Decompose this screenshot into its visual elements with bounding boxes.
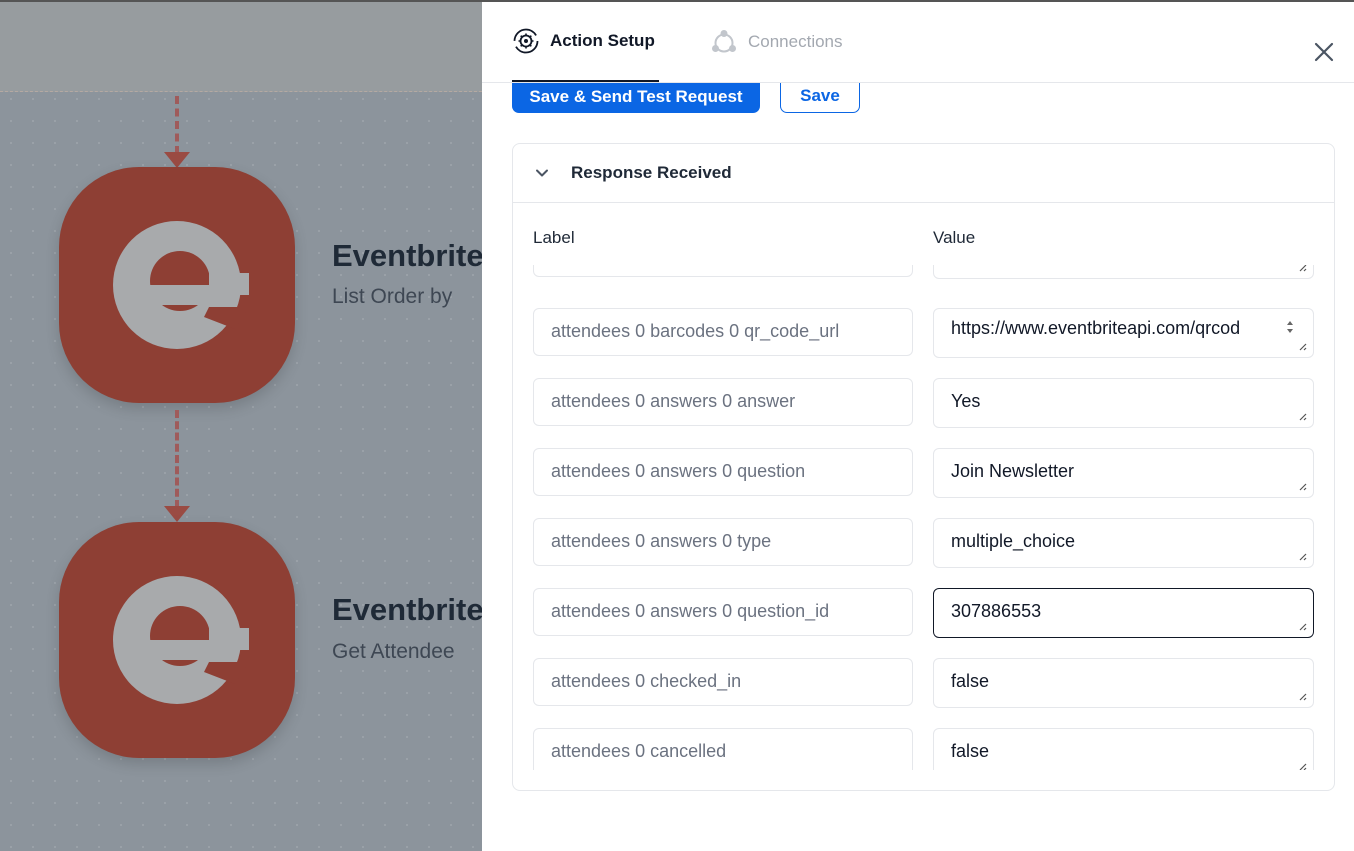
- close-icon[interactable]: [1312, 40, 1336, 64]
- table-row: [513, 265, 1334, 279]
- row-value-text: 307886553: [951, 601, 1042, 621]
- table-row: attendees 0 answers 0 question_id 307886…: [513, 588, 1334, 638]
- row-label-field[interactable]: attendees 0 checked_in: [533, 658, 913, 706]
- canvas-top-area: [0, 0, 482, 92]
- resize-handle-icon[interactable]: [1297, 621, 1307, 631]
- row-label-field[interactable]: attendees 0 answers 0 question_id: [533, 588, 913, 636]
- action-setup-panel: Action Setup Connections Save & Send Tes…: [482, 0, 1354, 851]
- eventbrite-logo-icon: [113, 576, 249, 704]
- row-value-field[interactable]: https://www.eventbriteapi.com/qrcod: [933, 308, 1314, 358]
- row-value-field[interactable]: 307886553: [933, 588, 1314, 638]
- row-label-field[interactable]: attendees 0 cancelled: [533, 728, 913, 770]
- row-value-field[interactable]: multiple_choice: [933, 518, 1314, 568]
- tab-action-setup[interactable]: Action Setup: [512, 2, 659, 82]
- row-value-field[interactable]: Yes: [933, 378, 1314, 428]
- resize-handle-icon[interactable]: [1297, 411, 1307, 421]
- node-2-subtitle: Get Attendee: [332, 640, 455, 663]
- tab-connections[interactable]: Connections: [710, 2, 843, 82]
- window-top-border: [0, 0, 1354, 2]
- resize-handle-icon[interactable]: [1297, 265, 1307, 272]
- tab-action-setup-label: Action Setup: [550, 31, 655, 50]
- row-label-field[interactable]: attendees 0 answers 0 question: [533, 448, 913, 496]
- eventbrite-logo-icon: [113, 221, 249, 349]
- panel-header: Action Setup Connections: [482, 2, 1354, 83]
- chevron-down-icon[interactable]: [533, 164, 551, 182]
- response-received-header[interactable]: Response Received: [513, 144, 1334, 203]
- value-column-header: Value: [933, 228, 976, 247]
- spinner-arrows-icon[interactable]: [1285, 318, 1295, 336]
- table-row: attendees 0 answers 0 type multiple_choi…: [513, 518, 1334, 568]
- row-value-text: false: [951, 671, 990, 691]
- node-1-subtitle: List Order by: [332, 285, 453, 308]
- response-received-title: Response Received: [571, 163, 732, 182]
- node-2-title: Eventbrite: [332, 592, 482, 627]
- tab-connections-label: Connections: [748, 32, 843, 51]
- resize-handle-icon[interactable]: [1297, 761, 1307, 770]
- table-row: attendees 0 cancelled false: [513, 728, 1334, 770]
- label-column-header: Label: [533, 228, 575, 247]
- row-value-text: https://www.eventbriteapi.com/qrcod: [951, 318, 1241, 338]
- row-label-field[interactable]: attendees 0 barcodes 0 qr_code_url: [533, 308, 913, 356]
- resize-handle-icon[interactable]: [1297, 551, 1307, 561]
- table-row: attendees 0 answers 0 answer Yes: [513, 378, 1334, 428]
- node-1-title: Eventbrite: [332, 238, 482, 273]
- row-value-field[interactable]: false: [933, 658, 1314, 708]
- response-received-card: Response Received Label Value attendees …: [512, 143, 1335, 791]
- row-value-field[interactable]: Join Newsletter: [933, 448, 1314, 498]
- connector-arrow: [164, 152, 190, 168]
- table-row: attendees 0 answers 0 question Join News…: [513, 448, 1334, 498]
- resize-handle-icon[interactable]: [1297, 481, 1307, 491]
- row-value-text: multiple_choice: [951, 531, 1076, 551]
- row-value-field[interactable]: [933, 265, 1314, 279]
- row-value-text: false: [951, 741, 990, 761]
- app-node-2[interactable]: [59, 522, 295, 758]
- row-label-field[interactable]: attendees 0 answers 0 answer: [533, 378, 913, 426]
- row-label-field[interactable]: attendees 0 answers 0 type: [533, 518, 913, 566]
- row-value-text: Yes: [951, 391, 981, 411]
- table-row: attendees 0 checked_in false: [513, 658, 1334, 708]
- connector-line: [175, 96, 179, 154]
- resize-handle-icon[interactable]: [1297, 341, 1307, 351]
- row-label-field[interactable]: [533, 265, 913, 277]
- gear-cycle-icon: [513, 28, 539, 54]
- response-rows-scroll-area[interactable]: attendees 0 barcodes 0 qr_code_url https…: [513, 265, 1334, 770]
- workflow-canvas: Eventbrite List Order by Eventbrite Get …: [0, 0, 482, 851]
- table-row: attendees 0 barcodes 0 qr_code_url https…: [513, 308, 1334, 358]
- connections-icon: [712, 30, 736, 53]
- row-value-field[interactable]: false: [933, 728, 1314, 770]
- resize-handle-icon[interactable]: [1297, 691, 1307, 701]
- connector-arrow: [164, 506, 190, 522]
- connector-line: [175, 410, 179, 508]
- row-value-text: Join Newsletter: [951, 461, 1075, 481]
- app-node-1[interactable]: [59, 167, 295, 403]
